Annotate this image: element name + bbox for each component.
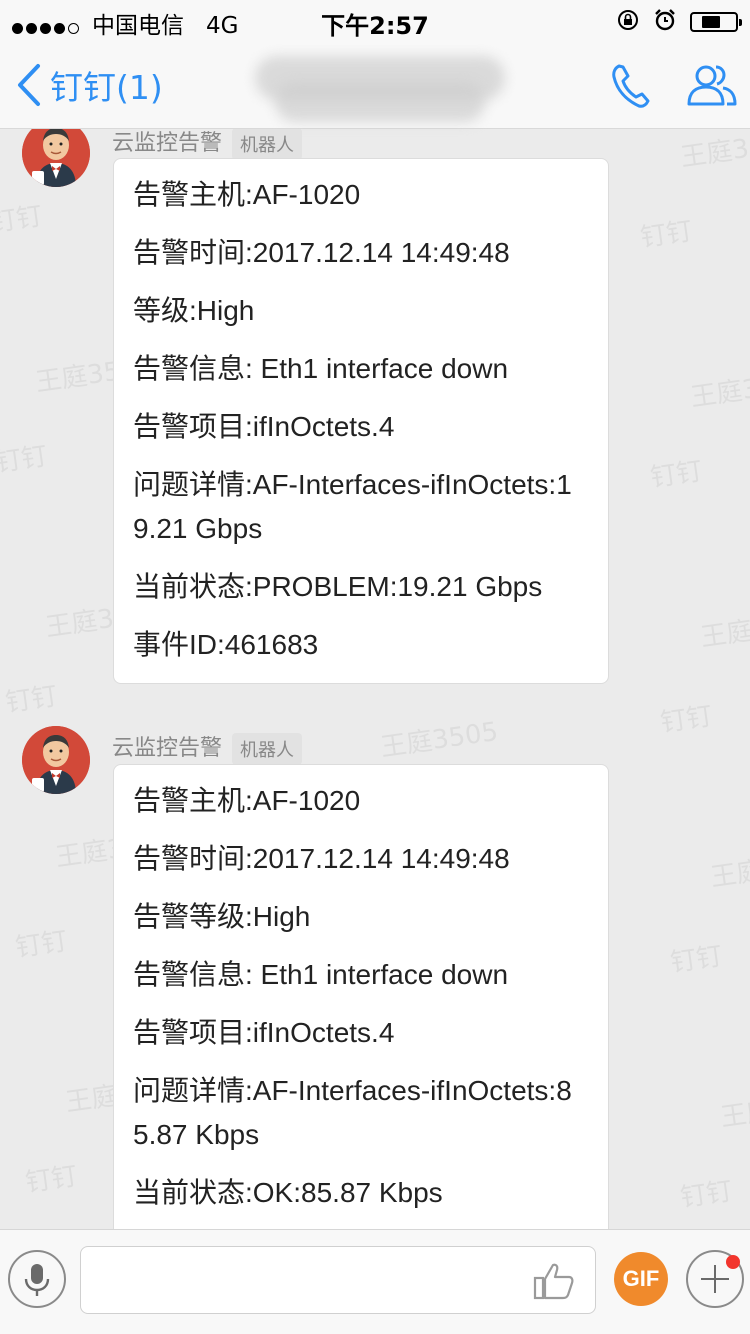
carrier-name: 中国电信 [92, 13, 184, 39]
message-line: 告警时间:2017.12.14 14:49:48 [133, 843, 510, 874]
group-members-icon[interactable] [686, 62, 738, 112]
rotation-lock-icon [616, 8, 640, 36]
message-line: 告警时间:2017.12.14 14:49:48 [133, 237, 510, 268]
watermark: 钉钉 [648, 456, 705, 494]
message-input[interactable] [80, 1246, 596, 1314]
robot-tag: 机器人 [232, 733, 303, 765]
watermark: 王庭3505 [698, 606, 750, 654]
alarm-icon [653, 8, 677, 36]
input-bar: GIF [0, 1229, 750, 1334]
notification-badge [726, 1255, 740, 1269]
watermark: 钉钉 [0, 441, 50, 479]
sender-name: 云监控告警 机器人 [112, 730, 303, 765]
jenkins-butler-icon [22, 129, 90, 187]
signal-strength-icon [12, 14, 82, 40]
robot-tag: 机器人 [232, 129, 303, 160]
message-line: 告警项目:ifInOctets.4 [133, 1017, 395, 1048]
message-line: 告警项目:ifInOctets.4 [133, 411, 395, 442]
watermark: 王庭3505 [378, 716, 501, 764]
jenkins-butler-icon [22, 726, 90, 794]
sender-name: 云监控告警 机器人 [112, 129, 303, 160]
message-line: 告警信息: Eth1 interface down [133, 959, 509, 990]
message-line: 问题详情:AF-Interfaces-ifInOctets:19.21 Gbps [133, 469, 572, 544]
battery-icon [690, 12, 742, 32]
watermark: 王庭3505 [678, 129, 750, 174]
gif-button[interactable]: GIF [614, 1252, 668, 1306]
watermark: 钉钉 [0, 201, 45, 239]
message-bubble[interactable]: 告警主机:AF-1020 告警时间:2017.12.14 14:49:48 告警… [113, 764, 609, 1229]
watermark: 钉钉 [13, 926, 70, 964]
chat-title-redacted[interactable] [255, 52, 515, 122]
watermark: 钉钉 [23, 1161, 80, 1199]
sender-label: 云监控告警 [112, 736, 223, 761]
thumbs-up-icon[interactable] [533, 1261, 575, 1305]
carrier-info: 中国电信 4G [12, 6, 238, 40]
battery-level [702, 16, 720, 28]
watermark: 钉钉 [3, 681, 60, 719]
message-line: 事件ID:461683 [133, 629, 319, 660]
watermark: 钉钉 [638, 216, 695, 254]
nav-bar: 钉钉(1) [0, 40, 750, 129]
microphone-icon [24, 1264, 50, 1296]
watermark: 王庭3505 [718, 1086, 750, 1134]
chat-area[interactable]: 王庭3505 钉钉 钉钉 王庭3505 王庭3505 钉钉 钉钉 王庭3505 … [0, 129, 750, 1229]
message-line: 当前状态:PROBLEM:19.21 Gbps [133, 571, 543, 602]
watermark: 钉钉 [658, 701, 715, 739]
status-bar: 中国电信 4G 下午2:57 [0, 0, 750, 40]
avatar[interactable] [22, 726, 90, 794]
message-line: 问题详情:AF-Interfaces-ifInOctets:85.87 Kbps [133, 1075, 572, 1150]
sender-label: 云监控告警 [112, 131, 223, 156]
avatar[interactable] [22, 129, 90, 187]
message-line: 告警主机:AF-1020 [133, 785, 361, 816]
watermark: 王庭3505 [688, 366, 750, 414]
message-line: 告警等级:High [133, 901, 311, 932]
message-line: 当前状态:OK:85.87 Kbps [133, 1177, 443, 1208]
redaction-blur [275, 82, 485, 122]
voice-button[interactable] [8, 1250, 66, 1308]
message-line: 告警主机:AF-1020 [133, 179, 361, 210]
chevron-left-icon [18, 64, 40, 106]
message-bubble[interactable]: 告警主机:AF-1020 告警时间:2017.12.14 14:49:48 等级… [113, 158, 609, 684]
status-icons [608, 8, 742, 32]
watermark: 钉钉 [668, 941, 725, 979]
back-label: 钉钉(1) [50, 68, 163, 107]
phone-icon[interactable] [610, 62, 652, 114]
plus-icon [714, 1265, 716, 1293]
watermark: 钉钉 [678, 1176, 735, 1214]
back-button[interactable]: 钉钉(1) [16, 62, 163, 108]
watermark: 王庭3505 [708, 846, 750, 894]
message-line: 告警信息: Eth1 interface down [133, 353, 509, 384]
message-line: 等级:High [133, 295, 255, 326]
network-type: 4G [205, 13, 239, 39]
